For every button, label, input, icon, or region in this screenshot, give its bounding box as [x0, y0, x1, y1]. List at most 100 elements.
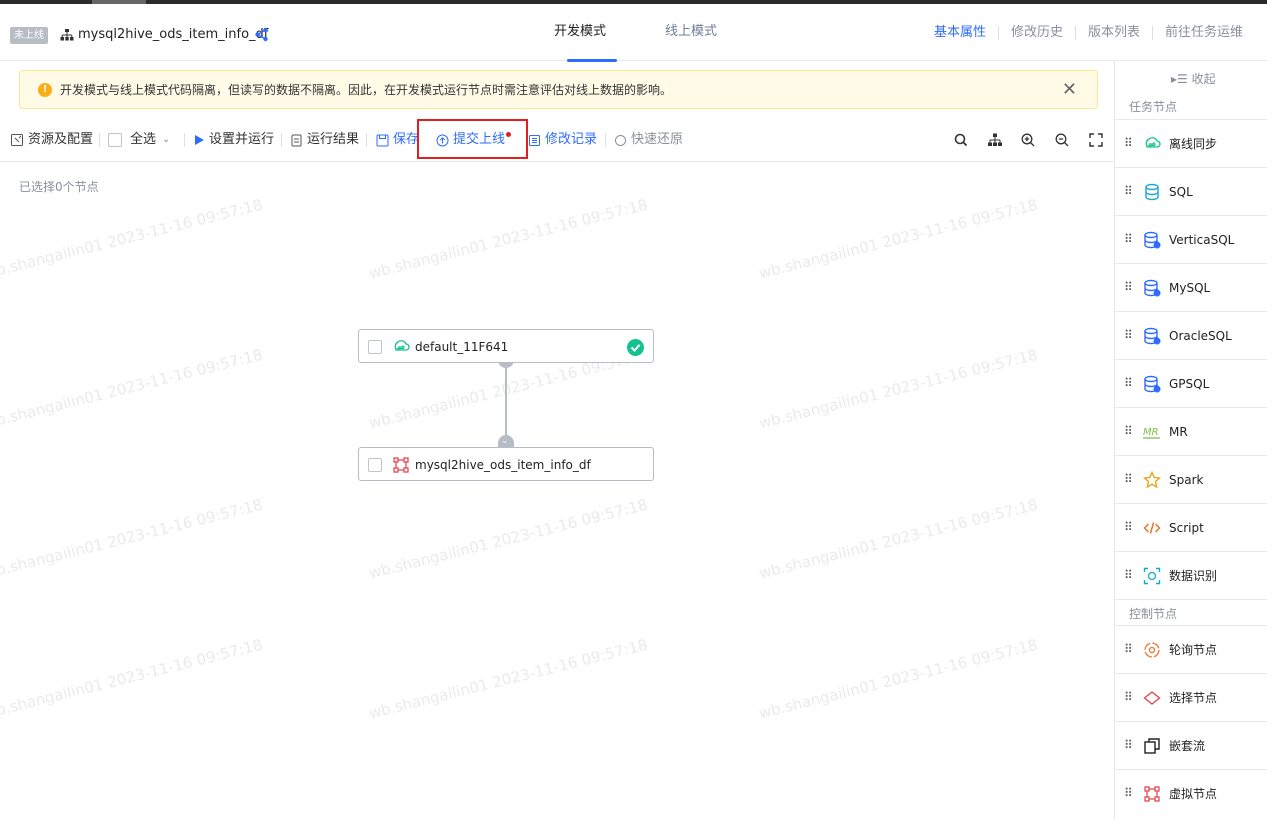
- select-all-label: 全选: [130, 132, 157, 147]
- collapse-button[interactable]: ▸☰ 收起: [1171, 70, 1216, 87]
- palette-item-sql[interactable]: ⠿ SQL: [1115, 167, 1267, 215]
- palette-item-label: 选择节点: [1169, 691, 1218, 705]
- tab-dev-mode[interactable]: 开发模式: [554, 23, 606, 41]
- palette-item-script[interactable]: ⠿ Script: [1115, 503, 1267, 551]
- collapse-label: 收起: [1191, 72, 1216, 86]
- search-icon[interactable]: [953, 132, 969, 148]
- polling-icon: [1144, 642, 1160, 658]
- link-change-history[interactable]: 修改历史: [1011, 25, 1063, 41]
- node-edge: [505, 363, 507, 441]
- drag-handle-icon[interactable]: ⠿: [1124, 377, 1133, 389]
- zoom-out-icon[interactable]: [1054, 132, 1070, 148]
- drag-handle-icon[interactable]: ⠿: [1124, 787, 1133, 799]
- workflow-icon: [60, 29, 74, 41]
- fullscreen-icon[interactable]: [1088, 132, 1104, 148]
- virtual-node-icon: [393, 457, 409, 473]
- drag-handle-icon[interactable]: ⠿: [1124, 739, 1133, 751]
- drag-handle-icon[interactable]: ⠿: [1124, 185, 1133, 197]
- set-and-run-button[interactable]: 设置并运行: [193, 132, 274, 148]
- oracle-db-icon: [1144, 327, 1161, 345]
- quick-restore-button[interactable]: 快速还原: [614, 132, 683, 148]
- drag-handle-icon[interactable]: ⠿: [1124, 233, 1133, 245]
- checkbox[interactable]: [108, 133, 122, 147]
- palette-item-virtual-node[interactable]: ⠿ 虚拟节点: [1115, 769, 1267, 817]
- palette-item-label: MySQL: [1169, 281, 1211, 295]
- tab-online-mode[interactable]: 线上模式: [665, 23, 717, 41]
- save-button[interactable]: 保存: [376, 132, 419, 148]
- close-icon[interactable]: ✕: [1062, 80, 1077, 100]
- code-icon: [1143, 522, 1161, 534]
- mr-icon: MR: [1143, 427, 1160, 439]
- highlight-box: [417, 119, 528, 159]
- palette-item-polling[interactable]: ⠿ 轮询节点: [1115, 625, 1267, 673]
- change-log-label: 修改记录: [545, 132, 598, 147]
- result-icon: [291, 134, 302, 146]
- diamond-icon: [1143, 691, 1161, 705]
- palette-item-label: MR: [1169, 425, 1188, 439]
- select-all-checkbox[interactable]: 全选 ⌄: [108, 132, 170, 148]
- zoom-in-icon[interactable]: [1020, 132, 1036, 148]
- drag-handle-icon[interactable]: ⠿: [1124, 329, 1133, 341]
- drag-handle-icon[interactable]: ⠿: [1124, 569, 1133, 581]
- palette-item-label: 离线同步: [1169, 137, 1218, 151]
- run-result-label: 运行结果: [307, 132, 360, 147]
- palette-item-gpsql[interactable]: ⠿ GPSQL: [1115, 359, 1267, 407]
- status-badge: 未上线: [10, 27, 48, 44]
- isolation-warning-alert: ! 开发模式与线上模式代码隔离，但读写的数据不隔离。因此，在开发模式运行节点时需…: [19, 70, 1098, 109]
- save-icon: [376, 134, 389, 146]
- palette-item-oraclesql[interactable]: ⠿ OracleSQL: [1115, 311, 1267, 359]
- share-icon[interactable]: [254, 27, 269, 42]
- palette-item-spark[interactable]: ⠿ Spark: [1115, 455, 1267, 503]
- palette-item-data-recognition[interactable]: ⠿ 数据识别: [1115, 551, 1267, 599]
- change-log-button[interactable]: 修改记录: [528, 132, 597, 148]
- palette-item-label: Script: [1169, 521, 1204, 535]
- palette-item-mysql[interactable]: ⠿ MySQL: [1115, 263, 1267, 311]
- drag-handle-icon[interactable]: ⠿: [1124, 521, 1133, 533]
- workflow-canvas[interactable]: [0, 163, 1114, 819]
- palette-item-label: SQL: [1169, 185, 1193, 199]
- virtual-node-icon: [1144, 786, 1160, 802]
- task-nodes-title: 任务节点: [1129, 100, 1178, 114]
- palette-item-label: 数据识别: [1169, 569, 1218, 583]
- chevron-down-icon: ⌄: [162, 134, 171, 145]
- resources-config-button[interactable]: 资源及配置: [10, 132, 93, 148]
- drag-handle-icon[interactable]: ⠿: [1124, 643, 1133, 655]
- drag-handle-icon[interactable]: ⠿: [1124, 281, 1133, 293]
- node-checkbox[interactable]: [368, 458, 382, 472]
- config-icon: [11, 134, 23, 146]
- palette-item-label: 嵌套流: [1169, 739, 1206, 753]
- palette-item-choice[interactable]: ⠿ 选择节点: [1115, 673, 1267, 721]
- notification-dot: [506, 132, 511, 137]
- palette-item-label: 虚拟节点: [1169, 787, 1218, 801]
- workflow-node-default[interactable]: default_11F641: [358, 329, 654, 363]
- task-name: mysql2hive_ods_item_info_df: [78, 27, 269, 42]
- input-port[interactable]: ⌄: [498, 435, 514, 447]
- palette-item-label: Spark: [1169, 473, 1204, 487]
- drag-handle-icon[interactable]: ⠿: [1124, 691, 1133, 703]
- run-result-button[interactable]: 运行结果: [290, 132, 359, 148]
- link-basic-properties[interactable]: 基本属性: [934, 25, 986, 41]
- gp-db-icon: [1144, 375, 1161, 393]
- play-icon: [195, 135, 204, 145]
- palette-item-nested-flow[interactable]: ⠿ 嵌套流: [1115, 721, 1267, 769]
- palette-item-verticasql[interactable]: ⠿ VerticaSQL: [1115, 215, 1267, 263]
- link-task-ops[interactable]: 前往任务运维: [1165, 25, 1243, 41]
- offline-sync-icon: [1145, 137, 1161, 148]
- drag-handle-icon[interactable]: ⠿: [1124, 425, 1133, 437]
- drag-handle-icon[interactable]: ⠿: [1124, 473, 1133, 485]
- workflow-node-virtual[interactable]: mysql2hive_ods_item_info_df: [358, 447, 654, 481]
- header: 未上线 mysql2hive_ods_item_info_df 开发模式 线上模…: [0, 4, 1267, 62]
- node-checkbox[interactable]: [368, 340, 382, 354]
- node-label: default_11F641: [415, 340, 509, 354]
- nested-flow-icon: [1144, 738, 1160, 754]
- quick-restore-label: 快速还原: [631, 132, 684, 147]
- palette-item-mr[interactable]: ⠿ MR MR: [1115, 407, 1267, 455]
- success-check-icon: [627, 339, 644, 356]
- layout-tree-icon[interactable]: [987, 132, 1003, 148]
- link-version-list[interactable]: 版本列表: [1088, 25, 1140, 41]
- scan-icon: [1143, 567, 1161, 585]
- palette-item-offline-sync[interactable]: ⠿ 离线同步: [1115, 119, 1267, 167]
- drag-handle-icon[interactable]: ⠿: [1124, 137, 1133, 149]
- palette-item-label: VerticaSQL: [1169, 233, 1235, 247]
- svg-text:MR: MR: [1143, 427, 1159, 438]
